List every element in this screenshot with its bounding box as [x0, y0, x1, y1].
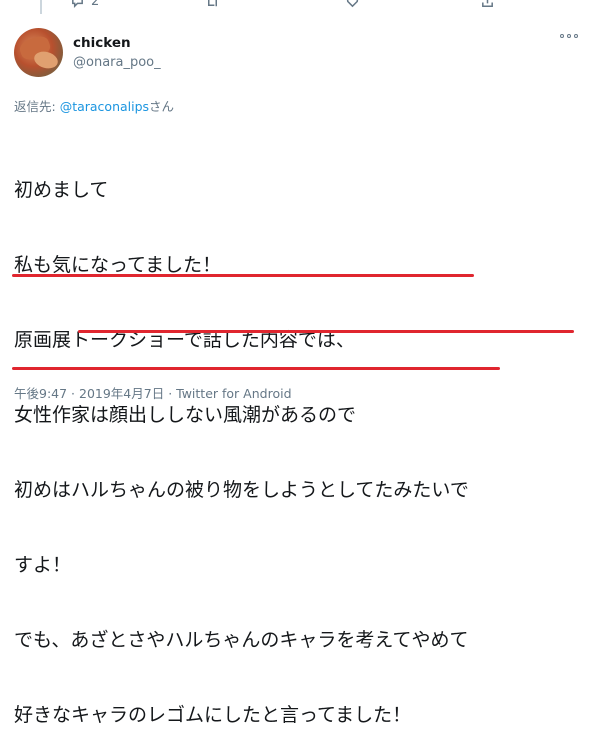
red-underline	[12, 367, 500, 370]
retweet-button[interactable]	[205, 0, 220, 9]
tweet-date[interactable]: 2019年4月7日	[79, 386, 164, 401]
thread-connector-line	[40, 0, 42, 14]
tweet-meta: 午後9:47 · 2019年4月7日 · Twitter for Android	[14, 386, 292, 401]
tweet-line: 女性作家は顔出ししない風潮があるので	[14, 404, 357, 426]
tweet-source[interactable]: Twitter for Android	[176, 386, 291, 401]
like-icon	[346, 0, 359, 8]
reply-to-line: 返信先: @taraconalipsさん	[14, 96, 174, 115]
red-underline	[78, 330, 574, 333]
avatar[interactable]	[14, 28, 63, 77]
reply-button[interactable]: 2	[70, 0, 99, 9]
tweet-line: でも、あざとさやハルちゃんのキャラを考えてやめて	[14, 629, 469, 651]
reply-to-suffix: さん	[149, 99, 175, 114]
share-button[interactable]	[480, 0, 495, 9]
retweet-icon	[208, 0, 217, 7]
tweet-line: 初めはハルちゃんの被り物をしようとしてたみたいで	[14, 479, 469, 501]
share-icon	[482, 0, 493, 7]
tweet-line: 好きなキャラのレゴムにしたと言ってました！	[14, 704, 412, 726]
tweet-line: 初めまして	[14, 179, 109, 201]
user-handle[interactable]: @onara_poo_	[73, 55, 161, 70]
reply-to-prefix: 返信先:	[14, 99, 60, 114]
display-name[interactable]: chicken	[73, 35, 131, 51]
tweet-time[interactable]: 午後9:47	[14, 386, 67, 401]
red-underline	[12, 274, 474, 277]
tweet-line: すよ！	[14, 554, 72, 576]
reply-icon	[72, 0, 83, 8]
reply-count: 2	[91, 0, 100, 9]
tweet-text: 初めまして 私も気になってました！ 原画展トークショーで話した内容では、 女性作…	[14, 128, 584, 753]
like-button[interactable]	[345, 0, 360, 9]
more-options-icon[interactable]	[560, 34, 578, 38]
previous-tweet-actions: 2	[70, 0, 522, 10]
reply-to-mention-link[interactable]: @taraconalips	[60, 99, 149, 114]
